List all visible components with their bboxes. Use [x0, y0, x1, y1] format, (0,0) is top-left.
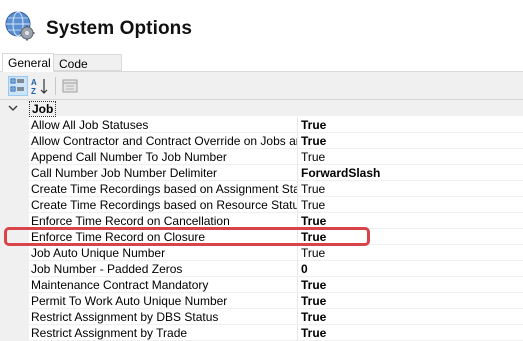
property-name: Call Number Job Number Delimiter	[31, 166, 218, 180]
tab-general[interactable]: General	[2, 53, 54, 72]
property-pages-icon	[62, 79, 78, 93]
alphabetical-sort-button[interactable]: A Z	[30, 76, 50, 96]
property-value[interactable]: True	[301, 245, 325, 261]
property-row[interactable]: Allow All Job Statuses True	[29, 117, 523, 133]
property-grid-toolbar: A Z	[0, 72, 523, 100]
property-row[interactable]: Job Number - Padded Zeros 0	[29, 261, 523, 277]
property-name: Restrict Assignment by Trade	[31, 326, 188, 340]
tab-code-format[interactable]: Code Format	[54, 54, 122, 89]
property-row[interactable]: Allow Contractor and Contract Override o…	[29, 133, 523, 149]
property-value[interactable]: True	[301, 325, 326, 341]
page-title: System Options	[46, 18, 193, 39]
property-name: Create Time Recordings based on Resource…	[31, 198, 297, 212]
property-name: Permit To Work Auto Unique Number	[31, 294, 228, 308]
alphabetical-sort-icon: A Z	[31, 78, 48, 96]
property-value[interactable]: True	[301, 149, 325, 165]
property-row[interactable]: Restrict Assignment by DBS Status True	[29, 309, 523, 325]
property-value[interactable]: True	[301, 117, 326, 133]
property-row[interactable]: Permit To Work Auto Unique Number True	[29, 293, 523, 309]
highlight-box	[4, 227, 370, 246]
property-value[interactable]: ForwardSlash	[301, 165, 380, 181]
property-pages-button[interactable]	[60, 76, 80, 96]
category-label: Job	[29, 101, 57, 117]
toolbar-separator	[55, 77, 56, 95]
property-name: Allow Contractor and Contract Override o…	[31, 134, 297, 148]
property-row[interactable]: Call Number Job Number Delimiter Forward…	[29, 165, 523, 181]
property-value[interactable]: True	[301, 133, 326, 149]
property-name: Job Number - Padded Zeros	[31, 262, 183, 276]
svg-text:Z: Z	[31, 87, 36, 96]
property-value[interactable]: True	[301, 277, 326, 293]
property-value[interactable]: True	[301, 309, 326, 325]
property-name: Allow All Job Statuses	[31, 118, 149, 132]
property-value[interactable]: True	[301, 197, 325, 213]
property-row[interactable]: Create Time Recordings based on Assignme…	[29, 181, 523, 197]
grid-margin	[0, 100, 29, 341]
chevron-down-icon[interactable]	[8, 103, 18, 113]
globe-gear-icon	[5, 11, 35, 41]
property-name: Job Auto Unique Number	[31, 246, 166, 260]
property-grid: Job Allow All Job Statuses True Allow Co…	[0, 100, 523, 341]
dialog-header: System Options	[0, 0, 523, 52]
property-name: Maintenance Contract Mandatory	[31, 278, 209, 292]
property-row[interactable]: Job Auto Unique Number True	[29, 245, 523, 261]
property-value[interactable]: True	[301, 181, 325, 197]
property-row[interactable]: Maintenance Contract Mandatory True	[29, 277, 523, 293]
svg-text:A: A	[31, 78, 37, 87]
property-row[interactable]: Append Call Number To Job Number True	[29, 149, 523, 165]
categorized-view-icon	[10, 78, 24, 92]
property-name: Restrict Assignment by DBS Status	[31, 310, 219, 324]
property-name: Append Call Number To Job Number	[31, 150, 227, 164]
property-row[interactable]: Create Time Recordings based on Resource…	[29, 197, 523, 213]
categorized-view-button[interactable]	[8, 76, 28, 96]
property-name: Create Time Recordings based on Assignme…	[31, 182, 297, 196]
property-row[interactable]: Restrict Assignment by Trade True	[29, 325, 523, 341]
category-row-job[interactable]: Job	[0, 100, 523, 117]
property-value[interactable]: 0	[301, 261, 308, 277]
property-value[interactable]: True	[301, 293, 326, 309]
